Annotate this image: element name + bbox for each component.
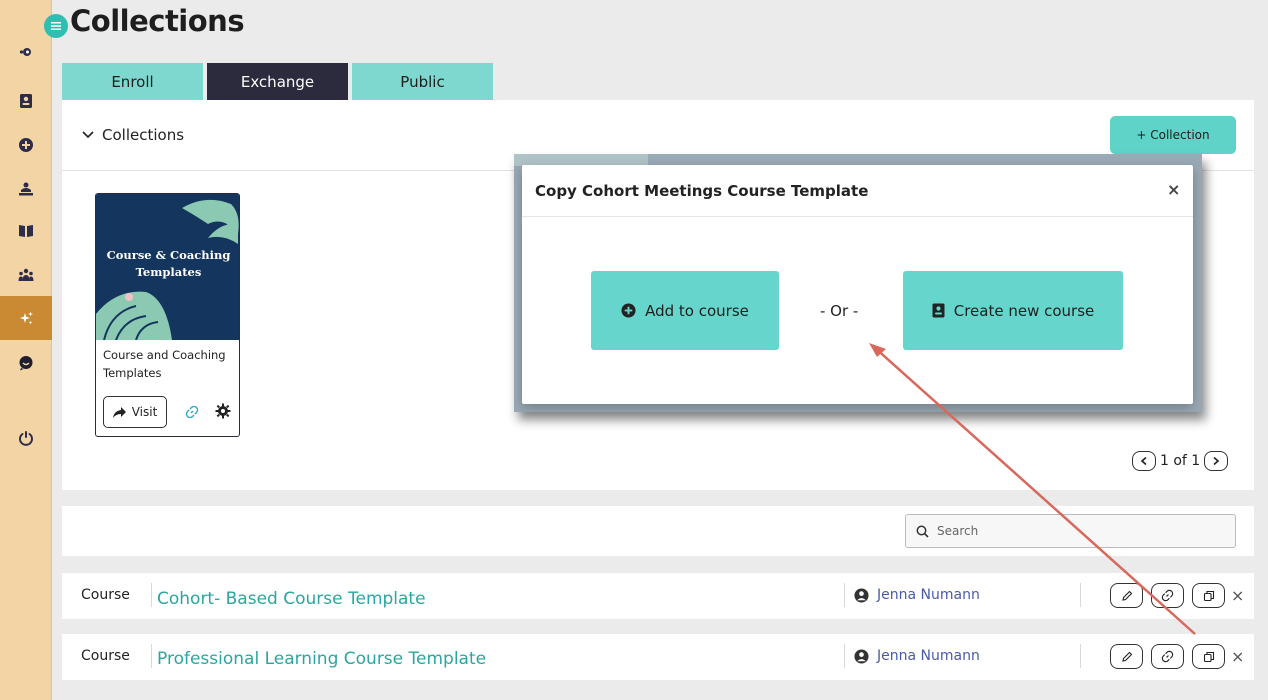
prev-page-button[interactable] [1132, 451, 1156, 471]
chat-icon[interactable] [0, 348, 52, 378]
add-icon[interactable] [0, 130, 52, 160]
divider [844, 583, 845, 607]
contacts-icon[interactable] [0, 86, 52, 116]
pencil-icon [1121, 651, 1132, 662]
chevron-right-icon [1213, 457, 1220, 465]
divider [1080, 644, 1081, 668]
copy-icon [1203, 651, 1214, 662]
create-new-course-label: Create new course [953, 301, 1095, 320]
divider [151, 583, 152, 607]
row-type: Course [81, 648, 130, 664]
close-icon[interactable]: × [1167, 180, 1180, 199]
link-icon [1161, 589, 1174, 602]
pagination: 1 of 1 [1132, 451, 1229, 471]
link-button[interactable] [1151, 583, 1184, 608]
page-title: Collections [70, 4, 245, 38]
copy-template-modal: Copy Cohort Meetings Course Template × A… [522, 165, 1193, 404]
cover-title-line1: Course & Coaching [106, 248, 231, 262]
chevron-left-icon [1141, 457, 1147, 465]
row-owner: Jenna Numann [854, 587, 980, 603]
hamburger-icon [51, 22, 61, 30]
link-icon[interactable] [185, 404, 199, 423]
contact-book-icon [932, 303, 945, 318]
user-icon [854, 587, 869, 603]
share-arrow-icon [112, 406, 126, 418]
book-icon[interactable] [0, 216, 52, 246]
tab-enroll[interactable]: Enroll [62, 63, 203, 100]
chevron-down-icon [82, 131, 94, 139]
collection-card[interactable]: Course & Coaching Templates Course and C… [95, 193, 240, 437]
remove-row-button[interactable]: × [1231, 586, 1244, 605]
exchange-icon[interactable] [0, 296, 52, 340]
copy-button[interactable] [1192, 583, 1225, 608]
row-owner: Jenna Numann [854, 648, 980, 664]
copy-button[interactable] [1192, 644, 1225, 669]
power-icon[interactable] [0, 423, 52, 453]
search-panel [62, 506, 1254, 556]
table-row: Course Cohort- Based Course Template Jen… [62, 573, 1254, 619]
add-to-course-button[interactable]: Add to course [591, 271, 779, 350]
collection-card-caption: Course and Coaching Templates [103, 348, 226, 380]
modal-title: Copy Cohort Meetings Course Template [535, 182, 869, 200]
modal-header: Copy Cohort Meetings Course Template × [522, 165, 1193, 217]
row-actions: × [1110, 583, 1244, 608]
link-icon [1161, 650, 1174, 663]
link-button[interactable] [1151, 644, 1184, 669]
search-input[interactable] [937, 524, 1217, 538]
tab-public[interactable]: Public [352, 63, 493, 100]
edit-button[interactable] [1110, 644, 1143, 669]
collection-cover-image: Course & Coaching Templates [96, 194, 239, 340]
add-to-course-label: Add to course [645, 301, 749, 320]
divider [844, 644, 845, 668]
sidebar [0, 0, 52, 700]
divider [151, 644, 152, 668]
row-owner-name: Jenna Numann [877, 587, 980, 603]
dashboard-icon[interactable] [0, 37, 52, 67]
community-icon[interactable] [0, 260, 52, 290]
table-row: Course Professional Learning Course Temp… [62, 634, 1254, 680]
collections-toggle[interactable]: Collections [82, 126, 184, 144]
user-icon [854, 648, 869, 664]
row-title-link[interactable]: Cohort- Based Course Template [157, 589, 426, 609]
row-owner-name: Jenna Numann [877, 648, 980, 664]
create-new-course-button[interactable]: Create new course [903, 271, 1123, 350]
collection-cover-title: Course & Coaching Templates [96, 247, 239, 281]
or-separator: - Or - [820, 302, 859, 320]
row-actions: × [1110, 644, 1244, 669]
next-page-button[interactable] [1204, 451, 1229, 471]
visit-button-label: Visit [131, 405, 158, 419]
visit-button[interactable]: Visit [103, 396, 167, 428]
pencil-icon [1121, 590, 1132, 601]
teacher-icon[interactable] [0, 174, 52, 204]
plus-circle-icon [621, 303, 636, 318]
divider [1080, 583, 1081, 607]
edit-button[interactable] [1110, 583, 1143, 608]
menu-toggle-button[interactable] [44, 14, 68, 38]
row-title-link[interactable]: Professional Learning Course Template [157, 649, 486, 669]
collections-toggle-label: Collections [102, 126, 185, 144]
search-box[interactable] [905, 514, 1236, 548]
row-type: Course [81, 587, 130, 603]
cover-title-line2: Templates [135, 265, 202, 279]
gear-icon[interactable] [215, 403, 231, 423]
pagination-label: 1 of 1 [1160, 453, 1201, 469]
remove-row-button[interactable]: × [1231, 647, 1244, 666]
copy-icon [1203, 590, 1214, 601]
tab-exchange[interactable]: Exchange [207, 63, 348, 100]
add-collection-button[interactable]: + Collection [1110, 116, 1236, 154]
search-icon [916, 525, 929, 538]
